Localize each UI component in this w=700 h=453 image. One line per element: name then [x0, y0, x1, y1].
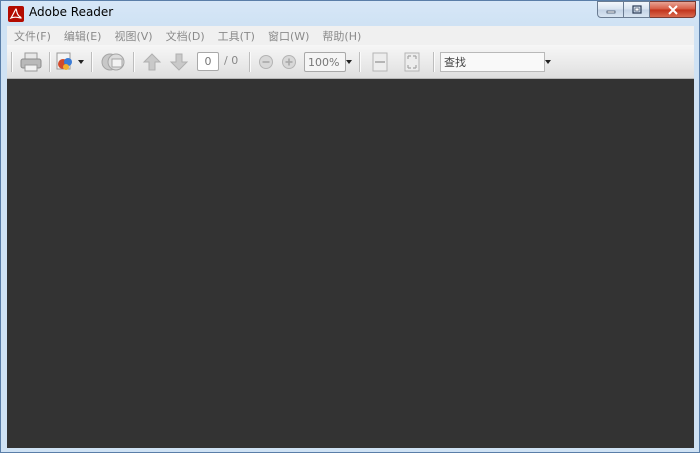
zoom-dropdown[interactable]	[346, 60, 352, 64]
restore-icon	[631, 4, 642, 14]
print-icon	[20, 52, 42, 72]
fit-width-button[interactable]	[372, 45, 388, 79]
search-dropdown[interactable]	[545, 60, 551, 64]
app-window: Adobe Reader 文件(F) 编辑(E) 视图(V) 文档(D) 工具(…	[0, 0, 700, 453]
close-icon	[667, 4, 678, 15]
fit-page-icon	[404, 52, 420, 72]
zoom-level-input[interactable]: 100%	[304, 52, 346, 72]
toolbar-separator	[91, 52, 93, 72]
restore-button[interactable]	[624, 1, 650, 18]
toolbar-separator	[49, 52, 51, 72]
create-pdf-dropdown[interactable]	[78, 60, 84, 64]
toolbar-separator	[433, 52, 435, 72]
zoom-out-button[interactable]	[258, 45, 274, 79]
fit-page-button[interactable]	[404, 45, 420, 79]
collaborate-icon	[101, 53, 125, 71]
toolbar-separator	[11, 52, 13, 72]
menu-view[interactable]: 视图(V)	[107, 28, 158, 44]
menu-bar: 文件(F) 编辑(E) 视图(V) 文档(D) 工具(T) 窗口(W) 帮助(H…	[7, 26, 694, 45]
previous-page-icon	[142, 53, 162, 71]
menu-tools[interactable]: 工具(T)	[211, 28, 261, 44]
zoom-out-icon	[259, 55, 273, 69]
minimize-icon	[606, 10, 615, 13]
zoom-in-icon	[282, 55, 296, 69]
menu-help[interactable]: 帮助(H)	[315, 28, 367, 44]
collaborate-button[interactable]	[100, 45, 126, 79]
close-button[interactable]	[650, 1, 696, 18]
toolbar-separator	[249, 52, 251, 72]
title-bar[interactable]: Adobe Reader	[1, 1, 699, 25]
page-total: / 0	[224, 54, 239, 67]
menu-edit[interactable]: 编辑(E)	[57, 28, 108, 44]
print-button[interactable]	[19, 45, 43, 79]
create-pdf-icon	[56, 52, 72, 70]
window-title: Adobe Reader	[29, 5, 114, 19]
toolbar: 0 / 0 100% 查找	[7, 45, 694, 79]
menu-window[interactable]: 窗口(W)	[261, 28, 315, 44]
previous-page-button[interactable]	[142, 45, 162, 79]
create-pdf-button[interactable]	[53, 45, 77, 79]
next-page-icon	[169, 53, 189, 71]
next-page-button[interactable]	[169, 45, 189, 79]
minimize-button[interactable]	[597, 1, 624, 18]
menu-file[interactable]: 文件(F)	[7, 28, 57, 44]
search-input[interactable]: 查找	[440, 52, 545, 72]
toolbar-separator	[359, 52, 361, 72]
toolbar-separator	[133, 52, 135, 72]
document-viewport[interactable]	[7, 79, 694, 448]
window-controls	[597, 1, 696, 19]
menu-document[interactable]: 文档(D)	[159, 28, 211, 44]
fit-width-icon	[372, 52, 388, 72]
page-number-input[interactable]: 0	[197, 52, 219, 71]
adobe-reader-logo-icon	[8, 6, 24, 22]
zoom-in-button[interactable]	[281, 45, 297, 79]
